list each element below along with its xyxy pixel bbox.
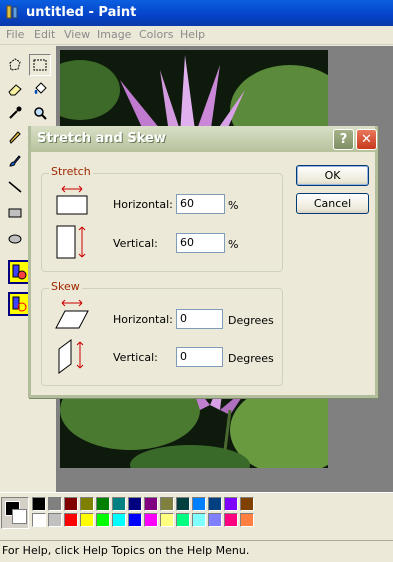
status-text: For Help, click Help Topics on the Help … <box>2 544 250 557</box>
menu-colors[interactable]: Colors <box>139 28 173 41</box>
dialog-title-bar[interactable]: Stretch and Skew <box>31 126 375 152</box>
color-swatch[interactable] <box>208 513 222 527</box>
color-swatch[interactable] <box>112 513 126 527</box>
menu-help[interactable]: Help <box>180 28 205 41</box>
color-swatch[interactable] <box>128 513 142 527</box>
paint-app-icon <box>6 5 18 19</box>
color-swatch[interactable] <box>192 497 206 511</box>
eraser-icon[interactable] <box>4 78 26 100</box>
color-swatch[interactable] <box>128 497 142 511</box>
menu-image[interactable]: Image <box>97 28 131 41</box>
status-bar: For Help, click Help Topics on the Help … <box>0 540 393 562</box>
color-swatch[interactable] <box>80 513 94 527</box>
color-swatch[interactable] <box>96 497 110 511</box>
cancel-button[interactable]: Cancel <box>296 193 369 214</box>
skew-vertical-icon <box>58 339 84 374</box>
skew-horizontal-input[interactable]: 0 <box>176 309 223 329</box>
color-swatch[interactable] <box>64 513 78 527</box>
stretch-vertical-unit: % <box>228 238 239 251</box>
color-swatch[interactable] <box>192 513 206 527</box>
tool-option-opaque-icon[interactable] <box>8 260 30 284</box>
stretch-skew-dialog: Stretch and Skew ? ✕ Stretch Horizontal:… <box>28 126 378 398</box>
magnifier-icon[interactable] <box>29 102 51 124</box>
color-swatch[interactable] <box>144 497 158 511</box>
stretch-horizontal-label: Horizontal: <box>113 198 173 211</box>
line-icon[interactable] <box>4 176 26 198</box>
skew-horizontal-label: Horizontal: <box>113 313 173 326</box>
ok-button[interactable]: OK <box>296 165 369 186</box>
skew-vertical-unit: Degrees <box>228 352 274 365</box>
skew-horizontal-unit: Degrees <box>228 314 274 327</box>
skew-horizontal-icon <box>55 299 89 329</box>
color-swatch[interactable] <box>160 513 174 527</box>
stretch-vertical-icon <box>56 225 86 259</box>
stretch-vertical-label: Vertical: <box>113 237 158 250</box>
tool-option-transparent-icon[interactable] <box>8 292 30 316</box>
stretch-horizontal-icon <box>56 185 88 215</box>
color-swatch[interactable] <box>240 497 254 511</box>
menu-view[interactable]: View <box>64 28 90 41</box>
color-swatch[interactable] <box>176 513 190 527</box>
stretch-legend: Stretch <box>49 165 93 178</box>
pencil-icon[interactable] <box>4 126 26 148</box>
menu-edit[interactable]: Edit <box>34 28 55 41</box>
background-color <box>12 509 27 524</box>
color-swatch[interactable] <box>144 513 158 527</box>
color-swatch[interactable] <box>64 497 78 511</box>
color-swatch[interactable] <box>160 497 174 511</box>
color-swatch[interactable] <box>48 513 62 527</box>
color-swatch[interactable] <box>48 497 62 511</box>
stretch-horizontal-input[interactable]: 60 <box>176 194 225 214</box>
color-palette <box>0 492 393 538</box>
menu-bar: File Edit View Image Colors Help <box>0 26 393 45</box>
close-button[interactable]: ✕ <box>356 129 377 150</box>
skew-vertical-input[interactable]: 0 <box>176 347 223 367</box>
stretch-horizontal-unit: % <box>228 199 239 212</box>
skew-legend: Skew <box>49 280 82 293</box>
dialog-title: Stretch and Skew <box>37 131 166 146</box>
color-swatch[interactable] <box>208 497 222 511</box>
color-swatch[interactable] <box>240 513 254 527</box>
ellipse-icon[interactable] <box>4 228 26 250</box>
color-swatch[interactable] <box>32 497 46 511</box>
help-button[interactable]: ? <box>333 129 354 150</box>
fill-icon[interactable] <box>29 78 51 100</box>
color-swatch[interactable] <box>80 497 94 511</box>
color-swatch[interactable] <box>96 513 110 527</box>
skew-vertical-label: Vertical: <box>113 351 158 364</box>
color-picker-icon[interactable] <box>4 102 26 124</box>
rectangle-icon[interactable] <box>4 202 26 224</box>
window-title: untitled - Paint <box>26 5 137 20</box>
title-bar[interactable]: untitled - Paint <box>0 0 393 26</box>
color-swatch[interactable] <box>224 513 238 527</box>
rect-select-icon[interactable] <box>29 54 51 76</box>
stretch-vertical-input[interactable]: 60 <box>176 233 225 253</box>
color-swatch[interactable] <box>224 497 238 511</box>
color-swatch[interactable] <box>112 497 126 511</box>
free-form-select-icon[interactable] <box>4 54 26 76</box>
current-colors[interactable] <box>1 497 29 529</box>
menu-file[interactable]: File <box>6 28 24 41</box>
color-swatch[interactable] <box>176 497 190 511</box>
brush-icon[interactable] <box>4 150 26 172</box>
color-swatch[interactable] <box>32 513 46 527</box>
